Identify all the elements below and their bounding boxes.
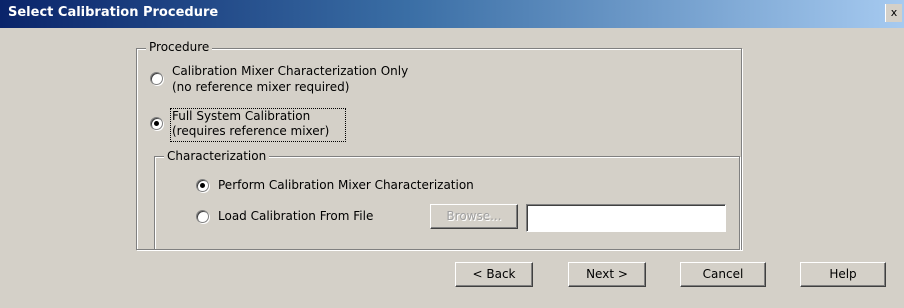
title-bar: Select Calibration Procedure x <box>0 0 904 28</box>
window-title: Select Calibration Procedure <box>8 5 219 20</box>
option-mixer-characterization-only-label[interactable]: Calibration Mixer Characterization Only <box>172 64 408 79</box>
browse-button[interactable]: Browse... <box>430 204 518 229</box>
radio-perform-characterization[interactable] <box>196 179 209 192</box>
characterization-group-label: Characterization <box>164 149 270 163</box>
option-perform-characterization-label[interactable]: Perform Calibration Mixer Characterizati… <box>218 178 474 193</box>
radio-mixer-characterization-only[interactable] <box>150 72 163 85</box>
characterization-group <box>154 156 740 250</box>
help-button[interactable]: Help <box>800 262 886 287</box>
next-button[interactable]: Next > <box>568 262 646 287</box>
radio-full-system-calibration[interactable] <box>150 117 163 130</box>
procedure-group-label: Procedure <box>146 40 213 54</box>
option-load-from-file-label[interactable]: Load Calibration From File <box>218 209 373 224</box>
radio-selected-dot <box>200 183 205 188</box>
radio-load-from-file[interactable] <box>196 210 209 223</box>
file-path-input[interactable] <box>526 204 726 232</box>
radio-selected-dot <box>154 121 159 126</box>
cancel-button[interactable]: Cancel <box>680 262 766 287</box>
back-button[interactable]: < Back <box>455 262 533 287</box>
close-icon[interactable]: x <box>885 4 902 22</box>
option-full-system-calibration-note: (requires reference mixer) <box>172 124 330 138</box>
option-full-system-calibration-label[interactable]: Full System Calibration <box>172 109 310 124</box>
option-mixer-characterization-only-note: (no reference mixer required) <box>172 80 350 94</box>
